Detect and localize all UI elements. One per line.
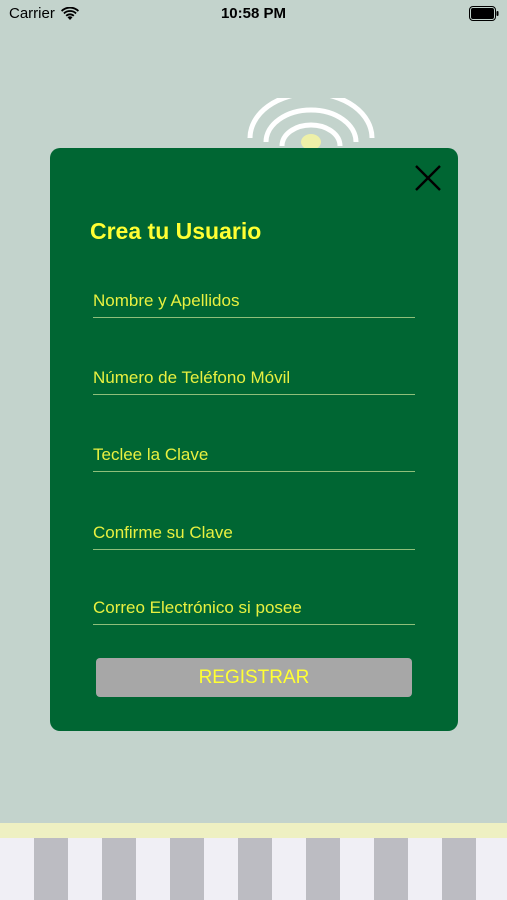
full-name-field[interactable] xyxy=(93,285,415,319)
modal-title: Crea tu Usuario xyxy=(90,218,262,244)
email-input[interactable] xyxy=(93,592,415,626)
phone-field[interactable] xyxy=(93,362,415,396)
status-time: 10:58 PM xyxy=(220,5,287,22)
checker-pattern xyxy=(0,838,507,900)
bottom-band xyxy=(0,823,507,838)
confirm-password-field[interactable] xyxy=(93,517,415,551)
battery-icon xyxy=(469,6,499,21)
status-bar: Carrier 10:58 PM xyxy=(0,0,507,28)
email-field[interactable] xyxy=(93,592,415,626)
password-field[interactable] xyxy=(93,439,415,473)
phone-input[interactable] xyxy=(93,362,415,396)
register-modal: Crea tu Usuario REGISTRAR xyxy=(50,148,458,731)
close-icon[interactable] xyxy=(412,162,444,194)
password-input[interactable] xyxy=(93,439,415,473)
full-name-input[interactable] xyxy=(93,285,415,319)
confirm-password-input[interactable] xyxy=(93,517,415,551)
register-button[interactable]: REGISTRAR xyxy=(96,658,412,697)
